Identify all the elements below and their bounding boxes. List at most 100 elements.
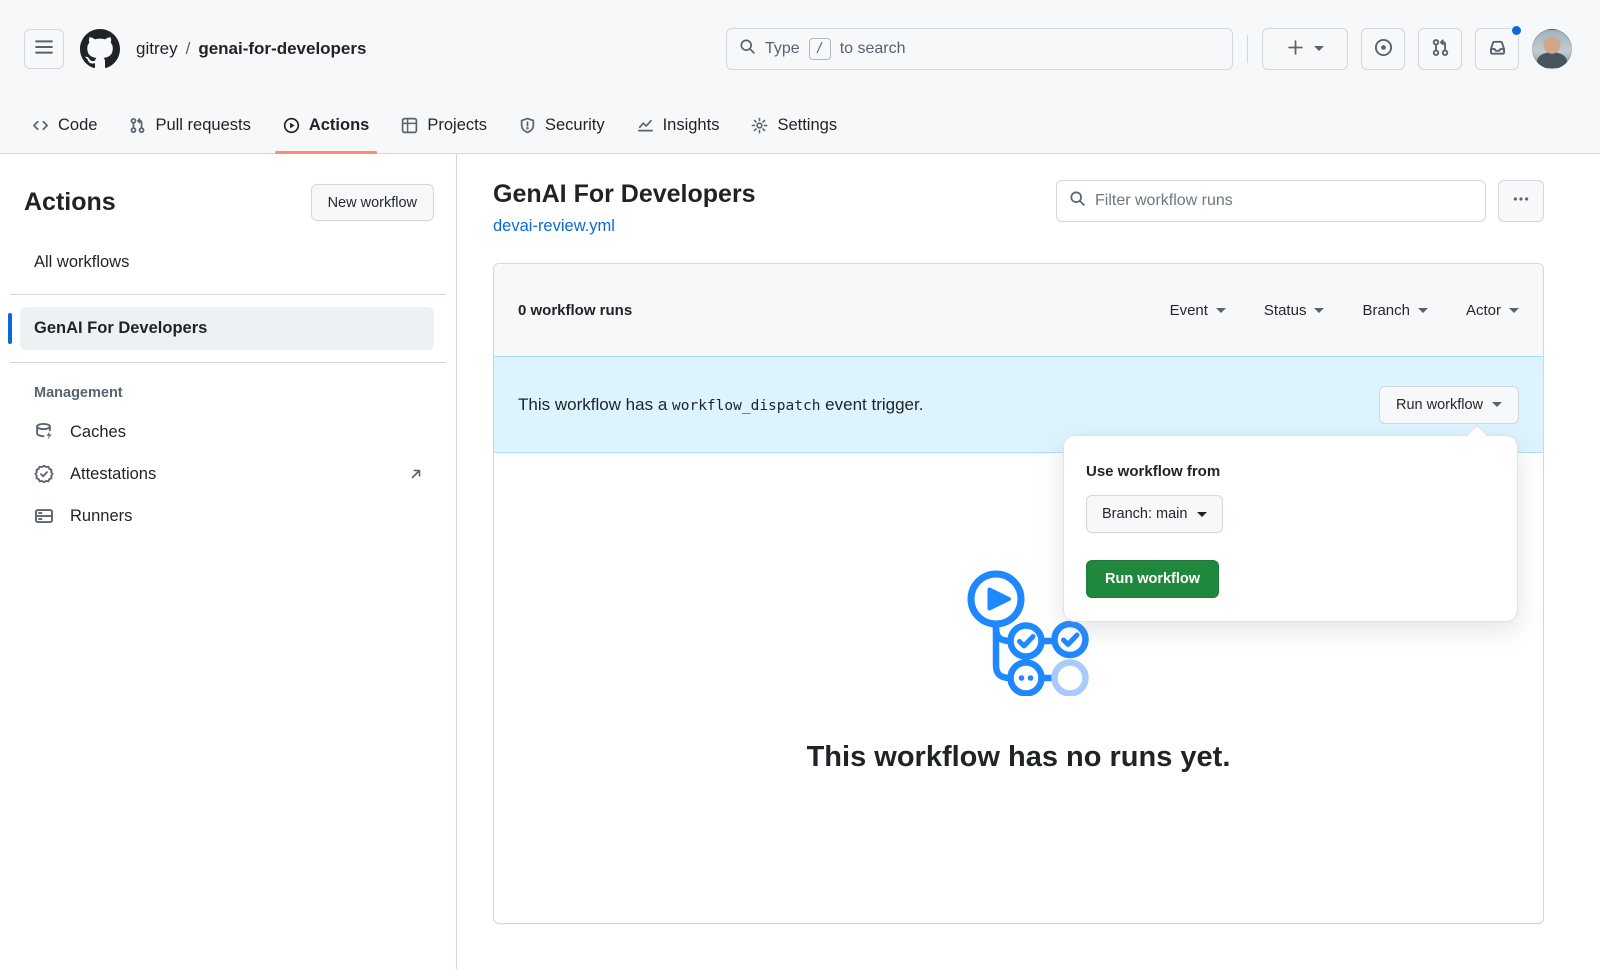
git-pull-request-icon xyxy=(129,117,146,134)
tab-actions[interactable]: Actions xyxy=(267,97,386,153)
filter-workflow-runs-input[interactable] xyxy=(1095,192,1473,210)
search-placeholder-prefix: Type xyxy=(765,40,800,58)
tab-settings[interactable]: Settings xyxy=(735,97,853,153)
filter-label: Status xyxy=(1264,302,1307,319)
chevron-down-icon xyxy=(1509,308,1519,313)
git-pull-request-icon xyxy=(1431,38,1450,60)
filter-label: Actor xyxy=(1466,302,1501,319)
kebab-icon xyxy=(1512,190,1530,212)
notification-dot xyxy=(1510,24,1523,37)
tab-label: Actions xyxy=(309,116,370,135)
filter-workflow-runs-field xyxy=(1056,180,1486,222)
chevron-down-icon xyxy=(1197,512,1207,517)
branch-filter-dropdown[interactable]: Branch xyxy=(1362,302,1428,319)
tab-projects[interactable]: Projects xyxy=(385,97,503,153)
slash-key-icon: / xyxy=(809,38,831,60)
graph-icon xyxy=(637,117,654,134)
search-icon xyxy=(739,38,756,60)
search-icon xyxy=(1069,190,1086,212)
management-heading: Management xyxy=(24,385,434,401)
workflow-runs-card: 0 workflow runs Event Status Branch Acto… xyxy=(493,263,1544,924)
workflow-options-button[interactable] xyxy=(1498,180,1544,222)
shield-icon xyxy=(519,117,536,134)
repo-nav-tabs: Code Pull requests Actions Projects Secu… xyxy=(0,97,1600,153)
actions-sidebar: Actions New workflow All workflows GenAI… xyxy=(0,154,457,969)
issue-opened-icon xyxy=(1374,38,1393,60)
github-logo-icon[interactable] xyxy=(80,29,120,69)
hamburger-menu-button[interactable] xyxy=(24,29,64,69)
header-divider xyxy=(1247,35,1248,63)
tab-label: Code xyxy=(58,116,97,135)
inbox-icon xyxy=(1488,38,1507,60)
play-icon xyxy=(283,117,300,134)
banner-text-suffix: event trigger. xyxy=(825,395,923,414)
server-icon xyxy=(34,506,54,526)
workflow-main: GenAI For Developers devai-review.yml xyxy=(457,154,1600,969)
workflow-runs-count: 0 workflow runs xyxy=(518,302,632,319)
sidebar-item-label: Attestations xyxy=(70,465,392,484)
banner-text: This workflow has a workflow_dispatch ev… xyxy=(518,395,923,415)
sidebar-item-genai-for-developers[interactable]: GenAI For Developers xyxy=(20,307,434,350)
app-header: gitrey / genai-for-developers Type / to … xyxy=(0,0,1600,154)
run-workflow-dropdown-button[interactable]: Run workflow xyxy=(1379,386,1519,424)
chevron-down-icon xyxy=(1418,308,1428,313)
tab-insights[interactable]: Insights xyxy=(621,97,736,153)
arrow-up-right-icon xyxy=(408,466,424,482)
tab-code[interactable]: Code xyxy=(16,97,113,153)
sidebar-item-label: Runners xyxy=(70,507,132,526)
breadcrumb-separator: / xyxy=(186,39,191,59)
event-filter-dropdown[interactable]: Event xyxy=(1170,302,1226,319)
header-actions xyxy=(1262,28,1519,70)
sidebar-item-attestations[interactable]: Attestations xyxy=(24,453,434,495)
breadcrumb-owner[interactable]: gitrey xyxy=(136,39,178,59)
tab-label: Insights xyxy=(663,116,720,135)
new-workflow-button[interactable]: New workflow xyxy=(311,184,434,221)
tab-label: Security xyxy=(545,116,605,135)
status-filter-dropdown[interactable]: Status xyxy=(1264,302,1325,319)
runs-filter-menus: Event Status Branch Actor xyxy=(1170,302,1519,319)
run-workflow-popup: Use workflow from Branch: main Run workf… xyxy=(1063,435,1518,622)
gear-icon xyxy=(751,117,768,134)
selected-indicator xyxy=(8,313,12,344)
global-header: gitrey / genai-for-developers Type / to … xyxy=(0,0,1600,97)
banner-code: workflow_dispatch xyxy=(672,398,820,414)
breadcrumb: gitrey / genai-for-developers xyxy=(136,39,366,59)
empty-state-heading: This workflow has no runs yet. xyxy=(494,741,1543,774)
chevron-down-icon xyxy=(1314,46,1324,51)
search-placeholder-suffix: to search xyxy=(840,40,906,58)
actor-filter-dropdown[interactable]: Actor xyxy=(1466,302,1519,319)
cache-icon xyxy=(34,422,54,442)
sidebar-item-all-workflows[interactable]: All workflows xyxy=(24,243,434,282)
code-icon xyxy=(32,117,49,134)
page-title: GenAI For Developers xyxy=(493,180,756,209)
table-icon xyxy=(401,117,418,134)
branch-select-button[interactable]: Branch: main xyxy=(1086,495,1223,533)
chevron-down-icon xyxy=(1314,308,1324,313)
run-workflow-submit-button[interactable]: Run workflow xyxy=(1086,560,1219,598)
global-search-input[interactable]: Type / to search xyxy=(726,28,1233,70)
tab-pull-requests[interactable]: Pull requests xyxy=(113,97,266,153)
runs-card-header: 0 workflow runs Event Status Branch Acto… xyxy=(494,264,1543,356)
sidebar-title: Actions xyxy=(24,188,116,217)
workflow-file-link[interactable]: devai-review.yml xyxy=(493,217,615,236)
popup-heading: Use workflow from xyxy=(1086,463,1495,480)
inbox-button[interactable] xyxy=(1475,28,1519,70)
branch-select-label: Branch: main xyxy=(1102,506,1187,522)
sidebar-item-runners[interactable]: Runners xyxy=(24,495,434,537)
pull-requests-button[interactable] xyxy=(1418,28,1462,70)
create-new-button[interactable] xyxy=(1262,28,1348,70)
sidebar-item-label: Caches xyxy=(70,423,126,442)
breadcrumb-repo[interactable]: genai-for-developers xyxy=(198,39,366,59)
user-avatar[interactable] xyxy=(1532,29,1572,69)
tab-label: Projects xyxy=(427,116,487,135)
issues-button[interactable] xyxy=(1361,28,1405,70)
plus-icon xyxy=(1287,39,1304,59)
page-content: Actions New workflow All workflows GenAI… xyxy=(0,154,1600,969)
tab-security[interactable]: Security xyxy=(503,97,621,153)
chevron-down-icon xyxy=(1492,402,1502,407)
sidebar-divider xyxy=(10,362,446,363)
sidebar-item-caches[interactable]: Caches xyxy=(24,411,434,453)
sidebar-divider xyxy=(10,294,446,295)
banner-text-prefix: This workflow has a xyxy=(518,395,667,414)
filter-label: Event xyxy=(1170,302,1208,319)
